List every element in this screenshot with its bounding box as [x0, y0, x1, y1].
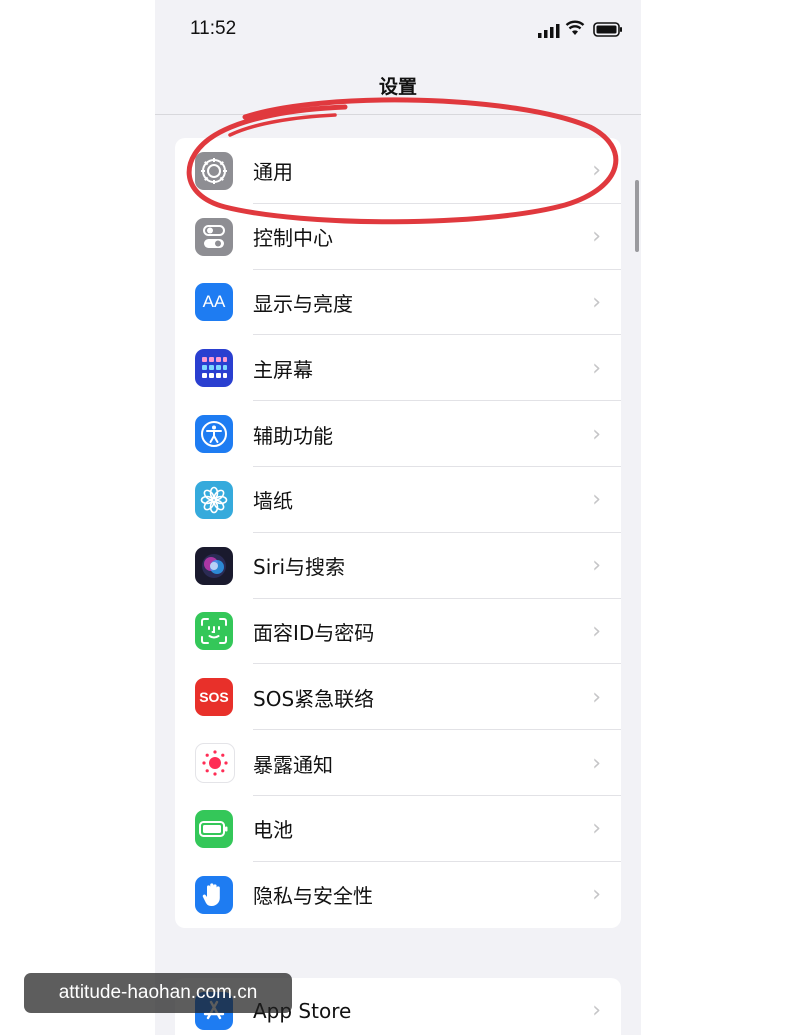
settings-row-siri[interactable]: Siri与搜索 › [175, 533, 621, 599]
chevron-right-icon: › [592, 882, 601, 908]
chevron-right-icon: › [592, 289, 601, 315]
chevron-right-icon: › [592, 816, 601, 842]
chevron-right-icon: › [592, 421, 601, 447]
settings-row-exposure[interactable]: 暴露通知 › [175, 730, 621, 796]
signal-icon [538, 24, 560, 38]
battery-icon [195, 809, 233, 848]
page-title: 设置 [378, 76, 417, 98]
chevron-right-icon: › [592, 618, 601, 644]
settings-row-label: 控制中心 [253, 226, 333, 251]
chevron-right-icon: › [592, 553, 601, 579]
settings-row-label: 通用 [253, 160, 293, 185]
chevron-right-icon: › [592, 998, 601, 1024]
settings-row-label: 主屏幕 [253, 357, 313, 382]
settings-row-control-center[interactable]: 控制中心 › [175, 204, 621, 270]
exposure-icon [195, 743, 235, 784]
gear-icon [195, 151, 233, 190]
settings-row-wallpaper[interactable]: 墙纸 › [175, 467, 621, 533]
chevron-right-icon: › [592, 158, 601, 184]
home-grid-icon [195, 349, 233, 388]
nav-divider [155, 114, 641, 115]
settings-row-accessibility[interactable]: 辅助功能 › [175, 401, 621, 467]
status-bar: 11:52 [155, 0, 641, 60]
phone-screen: 11:52 设置 通用 › 控制中心 › AA 显示与亮度 › 主屏幕 › 辅助… [155, 0, 641, 1035]
settings-row-face-id[interactable]: 面容ID与密码 › [175, 599, 621, 665]
chevron-right-icon: › [592, 684, 601, 710]
toggles-icon [195, 217, 233, 256]
settings-row-label: 辅助功能 [253, 423, 333, 448]
chevron-right-icon: › [592, 224, 601, 250]
settings-row-home-screen[interactable]: 主屏幕 › [175, 335, 621, 402]
settings-row-display[interactable]: AA 显示与亮度 › [175, 270, 621, 336]
settings-row-label: 面容ID与密码 [253, 620, 375, 645]
status-time: 11:52 [190, 18, 237, 39]
chevron-right-icon: › [592, 750, 601, 776]
accessibility-icon [195, 415, 233, 454]
flower-icon [195, 480, 233, 519]
watermark: attitude-haohan.com.cn [24, 973, 292, 1013]
settings-row-battery[interactable]: 电池 › [175, 796, 621, 862]
settings-group: 通用 › 控制中心 › AA 显示与亮度 › 主屏幕 › 辅助功能 › 墙纸 ›… [175, 138, 621, 928]
chevron-right-icon: › [592, 355, 601, 381]
face-id-icon [195, 612, 233, 651]
settings-row-label: 暴露通知 [253, 752, 333, 777]
settings-row-label: SOS紧急联络 [253, 686, 375, 711]
sos-icon: SOS [195, 678, 233, 717]
settings-row-emergency-sos[interactable]: SOS SOS紧急联络 › [175, 664, 621, 731]
settings-row-general[interactable]: 通用 › [175, 138, 621, 204]
hand-icon [195, 875, 233, 914]
chevron-right-icon: › [592, 487, 601, 513]
siri-icon [195, 546, 233, 585]
settings-row-label: 墙纸 [253, 489, 293, 514]
text-size-icon: AA [195, 283, 233, 322]
wifi-icon [565, 20, 585, 35]
settings-row-privacy[interactable]: 隐私与安全性 › [175, 862, 621, 928]
settings-row-label: Siri与搜索 [253, 555, 346, 580]
settings-row-label: 显示与亮度 [253, 291, 353, 316]
battery-icon [593, 22, 622, 37]
scrollbar[interactable] [635, 180, 639, 252]
settings-row-label: 隐私与安全性 [253, 884, 373, 909]
settings-row-label: 电池 [253, 818, 293, 843]
